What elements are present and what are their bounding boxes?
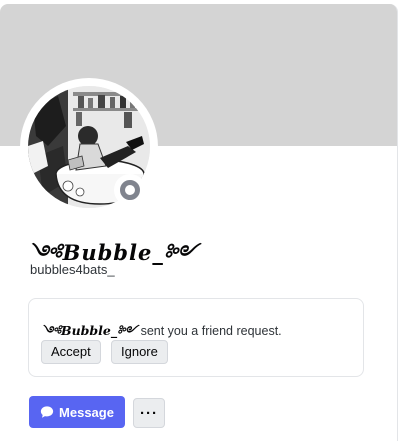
ellipsis-icon: ··· bbox=[140, 404, 158, 422]
friend-request-panel: ༺𝑩𝒖𝒃𝒃𝒍𝒆_༻ sent you a friend request. Acc… bbox=[28, 298, 364, 377]
message-button[interactable]: Message bbox=[29, 396, 125, 428]
request-sender-name: ༺𝑩𝒖𝒃𝒃𝒍𝒆_༻ bbox=[41, 323, 138, 338]
profile-card: ༺𝑩𝒖𝒃𝒃𝒍𝒆_༻ bubbles4bats_ ༺𝑩𝒖𝒃𝒃𝒍𝒆_༻ sent y… bbox=[0, 4, 398, 441]
offline-status-icon bbox=[120, 180, 140, 200]
more-options-button[interactable]: ··· bbox=[133, 398, 165, 428]
username[interactable]: bubbles4bats_ bbox=[30, 262, 115, 277]
chat-bubble-icon bbox=[40, 406, 54, 418]
message-label: Message bbox=[59, 404, 114, 420]
ignore-button[interactable]: Ignore bbox=[111, 340, 168, 364]
avatar-container[interactable] bbox=[20, 78, 158, 216]
status-indicator bbox=[114, 174, 146, 206]
accept-button[interactable]: Accept bbox=[41, 340, 101, 364]
request-text: sent you a friend request. bbox=[140, 324, 282, 338]
display-name[interactable]: ༺𝑩𝒖𝒃𝒃𝒍𝒆_༻ bbox=[28, 230, 198, 289]
